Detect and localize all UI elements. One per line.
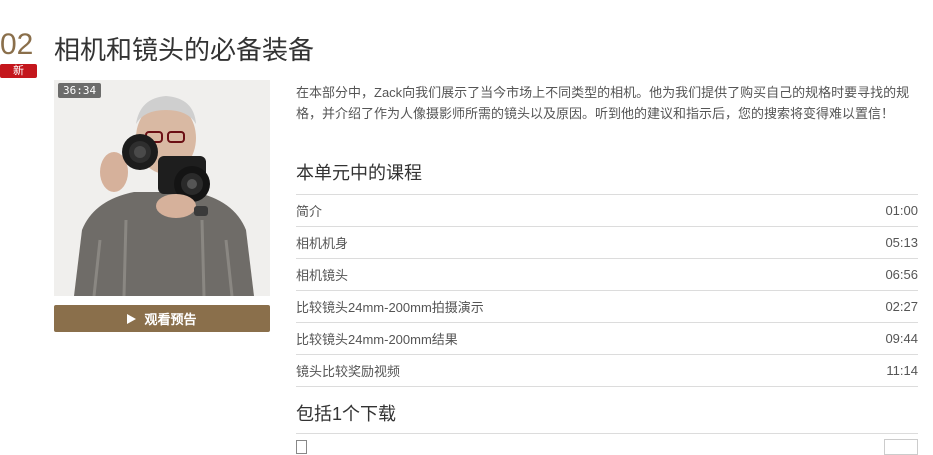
video-thumbnail[interactable]: 36:34	[54, 80, 270, 296]
play-icon	[127, 313, 137, 324]
download-item[interactable]	[296, 433, 918, 455]
lesson-row[interactable]: 相机镜头 06:56	[296, 259, 918, 291]
lesson-duration: 11:14	[886, 363, 918, 378]
lesson-duration: 06:56	[885, 267, 918, 282]
instructor-photo	[54, 80, 270, 296]
lesson-duration: 09:44	[885, 331, 918, 346]
lesson-title: 比较镜头24mm-200mm拍摄演示	[296, 300, 484, 315]
lesson-row[interactable]: 比较镜头24mm-200mm拍摄演示 02:27	[296, 291, 918, 323]
watch-preview-label: 观看预告	[144, 312, 197, 327]
file-icon	[296, 440, 307, 454]
lesson-duration: 02:27	[885, 299, 918, 314]
watch-preview-button[interactable]: 观看预告	[54, 305, 270, 332]
lesson-duration: 05:13	[885, 235, 918, 250]
lesson-title: 比较镜头24mm-200mm结果	[296, 332, 458, 347]
lesson-duration: 01:00	[885, 203, 918, 218]
lessons-section-title: 本单元中的课程	[296, 163, 422, 183]
video-duration: 36:34	[58, 83, 102, 98]
lesson-row[interactable]: 简介 01:00	[296, 195, 918, 227]
unit-title: 相机和镜头的必备装备	[54, 35, 315, 65]
lesson-title: 镜头比较奖励视频	[296, 364, 401, 379]
unit-description: 在本部分中，Zack向我们展示了当今市场上不同类型的相机。他为我们提供了购买自己…	[296, 85, 910, 121]
lessons-list: 简介 01:00 相机机身 05:13 相机镜头 06:56 比较镜头24mm-…	[296, 194, 918, 387]
lesson-row[interactable]: 镜头比较奖励视频 11:14	[296, 355, 918, 387]
unit-number: 02	[0, 28, 34, 61]
lesson-row[interactable]: 比较镜头24mm-200mm结果 09:44	[296, 323, 918, 355]
lesson-title: 简介	[296, 204, 323, 219]
downloads-section-title: 包括1个下载	[296, 404, 397, 424]
lesson-title: 相机机身	[296, 236, 349, 251]
download-button[interactable]	[884, 439, 918, 455]
lesson-row[interactable]: 相机机身 05:13	[296, 227, 918, 259]
new-badge: 新	[0, 64, 37, 78]
lesson-title: 相机镜头	[296, 268, 349, 283]
